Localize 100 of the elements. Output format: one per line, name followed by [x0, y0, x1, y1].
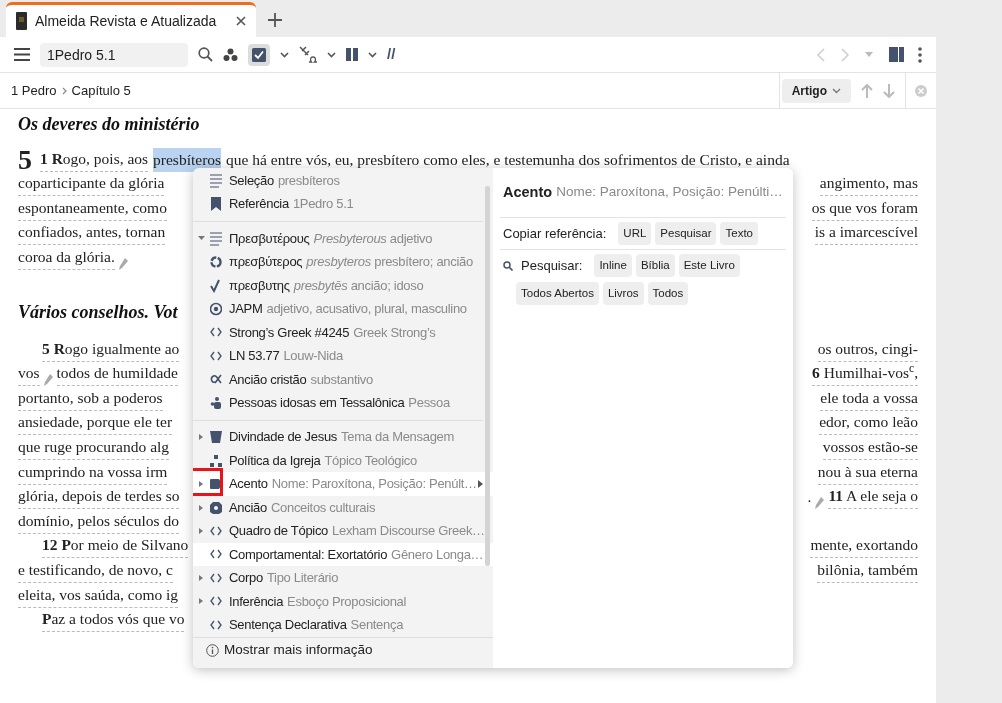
- verse-text: os outros, cingi-: [817, 336, 918, 362]
- expand-caret-icon[interactable]: [198, 597, 205, 606]
- option-button[interactable]: URL: [618, 222, 652, 245]
- menu-item[interactable]: Pessoas idosas em Tessalônica Pessoa: [193, 391, 493, 415]
- verse-text: coroa da glória.: [18, 244, 115, 270]
- option-button[interactable]: Este Livro: [678, 254, 740, 277]
- collapse-caret-icon[interactable]: [198, 234, 205, 243]
- option-button[interactable]: Todos: [647, 282, 689, 305]
- document-tab[interactable]: Almeida Revista e Atualizada: [6, 2, 257, 37]
- menu-item[interactable]: Seleção presbíteros: [193, 169, 493, 193]
- info-icon: [206, 643, 219, 657]
- close-icon[interactable]: [236, 16, 247, 26]
- option-button[interactable]: Todos Abertos: [516, 282, 599, 305]
- menu-item[interactable]: JAPM adjetivo, acusativo, plural, masculino: [193, 297, 493, 321]
- panel-layout-icon[interactable]: [889, 47, 904, 62]
- notes-toggle[interactable]: [248, 43, 270, 66]
- option-button[interactable]: Pesquisar: [655, 222, 717, 245]
- note-pencil-icon[interactable]: [43, 374, 53, 387]
- article-dropdown[interactable]: Artigo: [781, 78, 851, 103]
- section-heading: Vários conselhos. Vot: [18, 300, 178, 323]
- caret-icon[interactable]: [368, 51, 377, 58]
- book-cover-icon: [16, 12, 27, 30]
- verse-text: .: [807, 487, 812, 508]
- add-tab-icon[interactable]: [268, 13, 283, 27]
- menu-item[interactable]: Política da Igreja Tópico Teológico: [193, 448, 493, 473]
- verse-text: is a imarcescível: [814, 220, 918, 246]
- omega-link-icon[interactable]: [299, 46, 317, 63]
- verse-text: cumprindo na vossa irm: [18, 459, 168, 485]
- section-heading: Os deveres do ministério: [18, 113, 200, 135]
- verse-text: 12 Por meio de Silvano: [42, 533, 189, 559]
- verse-text: 5 Rogo igualmente ao: [42, 336, 180, 362]
- expand-caret-icon[interactable]: [198, 480, 205, 489]
- reference-field[interactable]: 1Pedro 5.1: [40, 42, 188, 67]
- breadcrumb-link[interactable]: 1 Pedro: [11, 80, 57, 101]
- hexagon-icon: [210, 500, 222, 515]
- caret-icon[interactable]: [327, 51, 336, 58]
- verse-text: edor, como leão: [819, 410, 918, 436]
- verse-text: vos: [18, 361, 40, 387]
- root-icon: [210, 278, 222, 293]
- parallel-button[interactable]: //: [387, 43, 396, 66]
- dots-cluster-icon[interactable]: [223, 47, 238, 62]
- verse-text: todos de humildade: [56, 361, 178, 387]
- menu-item[interactable]: Quadro de Tópico Lexham Discourse Greek…: [193, 519, 493, 543]
- ring-icon: [210, 255, 222, 270]
- breadcrumb-link[interactable]: Capítulo 5: [71, 80, 131, 101]
- option-button[interactable]: Livros: [602, 282, 644, 305]
- verse-text: confiados, antes, tornan: [18, 220, 166, 246]
- verse-text: e testificando, de novo, c: [18, 557, 173, 583]
- columns-icon[interactable]: [346, 48, 358, 61]
- menu-item[interactable]: Πρεσβυτέρους Presbyterous adjetivo: [193, 226, 493, 251]
- verse-text: Paz a todos vós que vo: [42, 607, 185, 633]
- verse-text: coparticipante da glória: [18, 171, 165, 197]
- tab-title: Almeida Revista e Atualizada: [35, 11, 217, 31]
- menu-item[interactable]: Sentença Declarativa Sentença: [193, 613, 493, 637]
- panel-subtitle: Nome: Paroxítona, Posição: Penúlti…: [556, 183, 783, 202]
- menu-item[interactable]: LN 53.77 Louw-Nida: [193, 344, 493, 368]
- option-button[interactable]: Inline: [594, 254, 632, 277]
- menu-item[interactable]: Referência 1Pedro 5.1: [193, 192, 493, 216]
- verse-text: nou à sua eterna: [817, 459, 918, 485]
- caret-icon[interactable]: [280, 51, 289, 58]
- verse-text: que há entre vós, eu, presbítero como eles, e testemunha dos sofrimentos de Cristo, e ainda: [226, 149, 790, 170]
- menu-item[interactable]: Comportamental: Exortatório Gênero Longa…: [193, 542, 493, 567]
- menu-item[interactable]: Strong’s Greek #4245 Greek Strong’s: [193, 320, 493, 345]
- submenu-arrow-icon: [477, 480, 483, 489]
- menu-item[interactable]: Ancião Conceitos culturais: [193, 495, 493, 520]
- search-icon[interactable]: [198, 47, 213, 62]
- verse-text: ele toda a vossa: [820, 385, 918, 411]
- more-icon[interactable]: [918, 46, 922, 63]
- hierarchy-icon: [210, 453, 222, 468]
- menu-item[interactable]: Ancião cristão substantivo: [193, 367, 493, 392]
- copy-label: Copiar referência:: [503, 224, 607, 243]
- scrollbar-thumb[interactable]: [485, 186, 490, 566]
- more-info-button[interactable]: Mostrar mais informação: [193, 637, 493, 663]
- selected-word[interactable]: presbíteros: [153, 147, 222, 172]
- checkbox-book-icon: [252, 47, 266, 62]
- menu-item[interactable]: Divindade de Jesus Tema da Mensagem: [193, 425, 493, 449]
- menu-icon[interactable]: [14, 48, 30, 61]
- verse-text: portanto, sob a poderos: [18, 385, 163, 411]
- menu-item[interactable]: Inferência Esboço Proposicional: [193, 589, 493, 614]
- panel-title: Acento: [503, 182, 553, 202]
- option-button[interactable]: Bíblia: [635, 254, 675, 277]
- verse-text: ansiedade, porque ele ter: [18, 410, 173, 436]
- verse-text: domínio, pelos séculos do: [18, 508, 180, 534]
- bookmark-icon: [210, 197, 222, 212]
- verse-text: glória, depois de terdes so: [18, 484, 180, 510]
- menu-item[interactable]: πρεσβυτης presbytēs ancião; idoso: [193, 273, 493, 298]
- expand-caret-icon[interactable]: [198, 573, 205, 582]
- option-button[interactable]: Texto: [720, 222, 758, 245]
- note-pencil-icon[interactable]: [118, 257, 128, 270]
- note-pencil-icon[interactable]: [815, 497, 825, 510]
- list-icon: [210, 231, 222, 246]
- expand-caret-icon[interactable]: [198, 527, 205, 536]
- expand-caret-icon[interactable]: [198, 503, 205, 512]
- list-icon: [210, 173, 222, 188]
- menu-item[interactable]: Corpo Tipo Literário: [193, 566, 493, 590]
- caret-icon: [832, 87, 841, 94]
- expand-caret-icon[interactable]: [198, 433, 205, 442]
- search-icon: [503, 260, 513, 271]
- verse-text: 6 Humilhai-vos$^{c}$,: [812, 361, 918, 387]
- menu-item[interactable]: πρεσβύτερος presbyteros presbítero; ancião: [193, 250, 493, 274]
